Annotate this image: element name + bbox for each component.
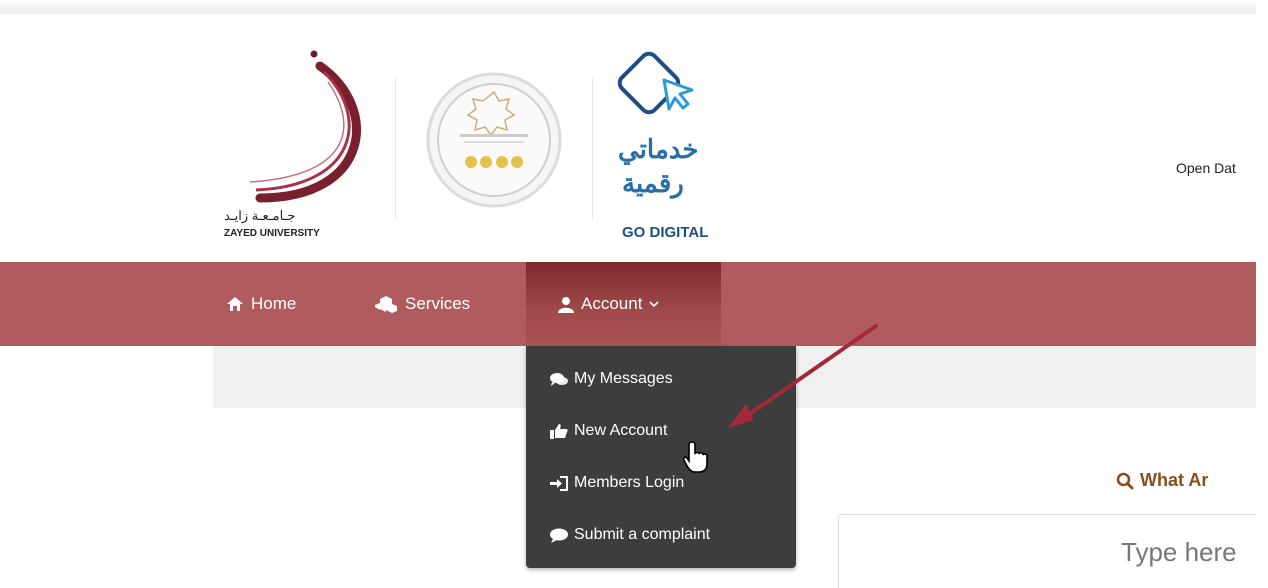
search-icon [1116, 472, 1134, 489]
comments-icon [550, 372, 568, 386]
menu-item-label: My Messages [574, 370, 673, 387]
nav-home-label: Home [251, 294, 297, 313]
page: جـامـعـة زايـد ZAYED UNIVERSITY خدماتي ر… [0, 0, 1268, 588]
search-heading: What Ar [1116, 470, 1208, 491]
nav-account[interactable]: Account [526, 262, 721, 346]
menu-item-my-messages[interactable]: My Messages [550, 370, 673, 388]
nav-account-label: Account [581, 294, 643, 313]
go-digital-arabic-line2: رقمية [622, 168, 684, 198]
logos-row: جـامـعـة زايـد ZAYED UNIVERSITY خدماتي ر… [220, 40, 780, 250]
user-icon [558, 296, 574, 313]
annotation-arrow-icon [728, 324, 878, 428]
zayed-university-logo[interactable]: جـامـعـة زايـد ZAYED UNIVERSITY [220, 48, 370, 248]
search-placeholder: Type here [1121, 537, 1237, 567]
comment-icon [550, 528, 568, 543]
sign-in-icon [550, 475, 568, 491]
zayed-arabic-name: جـامـعـة زايـد [224, 208, 296, 223]
home-icon [227, 297, 243, 311]
cursor-tablet-icon [617, 51, 694, 115]
star-rating-badge-icon [424, 70, 564, 210]
menu-item-new-account[interactable]: New Account [550, 422, 667, 440]
zayed-crescent-icon [249, 50, 361, 203]
go-digital-arabic-line1: خدماتي [618, 134, 699, 164]
thumbs-up-icon [550, 424, 568, 439]
menu-item-submit-complaint[interactable]: Submit a complaint [550, 526, 710, 544]
nav-services[interactable]: Services [374, 262, 470, 346]
logo-divider [592, 78, 593, 220]
logo-divider [395, 78, 396, 220]
go-digital-english: GO DIGITAL [622, 224, 709, 241]
search-heading-text: What Ar [1140, 470, 1209, 490]
cubes-icon [375, 296, 397, 313]
hand-pointer-cursor-icon [683, 441, 708, 473]
menu-item-label: New Account [574, 422, 668, 439]
nav-services-label: Services [405, 294, 471, 313]
menu-item-members-login[interactable]: Members Login [550, 474, 684, 492]
menu-item-label: Members Login [574, 474, 685, 491]
go-digital-logo[interactable]: خدماتي رقمية GO DIGITAL [610, 50, 750, 250]
menu-item-label: Submit a complaint [574, 526, 711, 543]
right-clip-edge [1256, 0, 1268, 588]
search-input[interactable]: Type here [838, 514, 1268, 588]
chevron-down-icon [649, 301, 660, 308]
main-navbar: Home Services Account [0, 262, 1256, 346]
top-shadow [0, 0, 1256, 14]
zayed-english-name: ZAYED UNIVERSITY [224, 228, 320, 239]
nav-home[interactable]: Home [226, 262, 296, 346]
open-data-link[interactable]: Open Dat [1176, 160, 1236, 176]
